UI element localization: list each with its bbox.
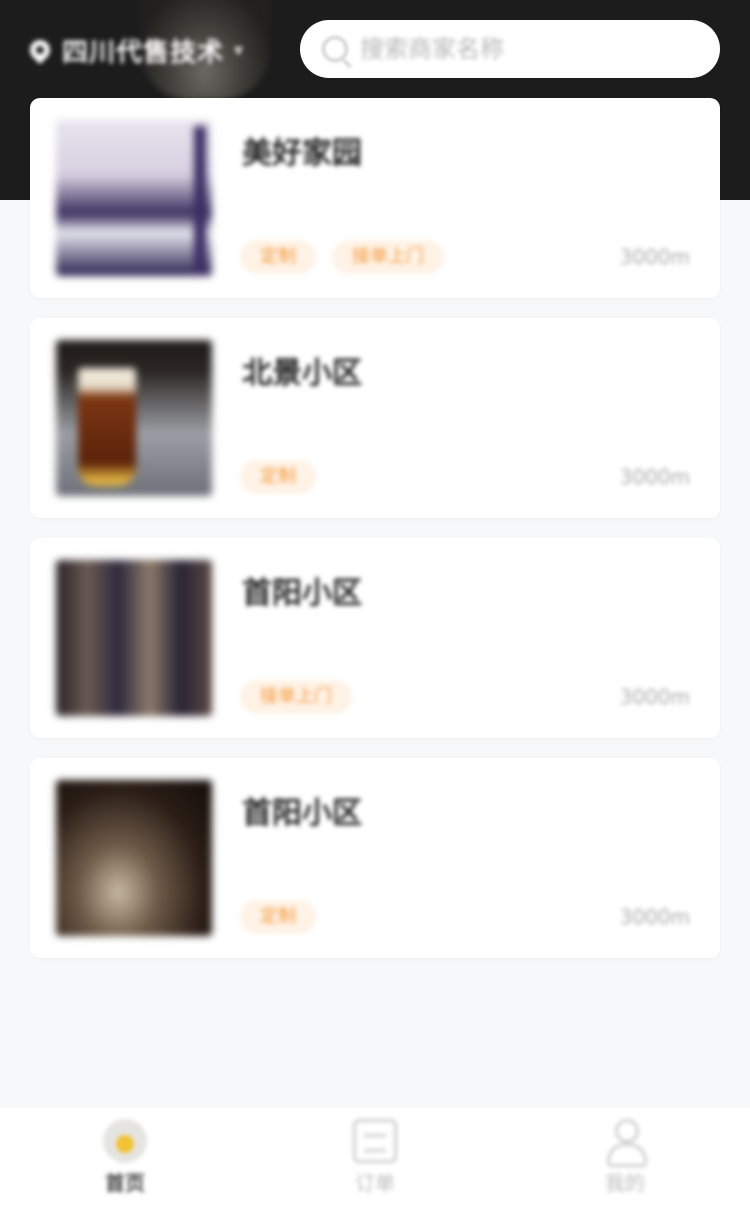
orders-icon: [353, 1118, 397, 1163]
shop-distance: 3000m: [619, 905, 690, 929]
shop-thumbnail: [56, 340, 212, 496]
tab-label: 我的: [605, 1170, 645, 1195]
tab-orders[interactable]: 订单: [300, 1118, 450, 1196]
tab-mine[interactable]: 我的: [550, 1118, 700, 1196]
shop-distance: 3000m: [619, 465, 690, 489]
tab-label: 订单: [355, 1170, 395, 1195]
shop-tags: 定制: [240, 900, 332, 934]
location-label: 四川代售技术: [62, 37, 225, 68]
shop-card[interactable]: 美好家园 定制 接单上门 3000m: [30, 98, 720, 298]
shop-thumbnail: [56, 120, 212, 276]
shop-tags: 接单上门: [240, 680, 368, 714]
search-bar[interactable]: [300, 20, 720, 78]
shop-card[interactable]: 首阳小区 定制 3000m: [30, 758, 720, 958]
user-icon: [603, 1118, 647, 1167]
shop-thumbnail: [56, 560, 212, 716]
shop-card[interactable]: 首阳小区 接单上门 3000m: [30, 538, 720, 738]
shop-list: 美好家园 定制 接单上门 3000m 北景小区 定制 3000m 首阳小区 接单…: [30, 98, 720, 978]
shop-distance: 3000m: [619, 685, 690, 709]
shop-name: 北景小区: [242, 356, 362, 391]
search-input[interactable]: [360, 35, 690, 63]
bottom-tab-bar: 首页 订单 我的: [0, 1108, 750, 1206]
shop-tag: 定制: [240, 900, 316, 934]
shop-name: 首阳小区: [242, 796, 362, 831]
tab-home[interactable]: 首页: [50, 1118, 200, 1196]
location-pin-icon: [25, 35, 55, 65]
shop-tag: 定制: [240, 460, 316, 494]
shop-tags: 定制: [240, 460, 332, 494]
shop-tag: 接单上门: [332, 240, 444, 274]
shop-name: 美好家园: [242, 136, 362, 171]
tab-label: 首页: [105, 1170, 145, 1195]
shop-tag: 接单上门: [240, 680, 352, 714]
shop-tags: 定制 接单上门: [240, 240, 460, 274]
search-icon: [322, 36, 348, 62]
shop-distance: 3000m: [619, 245, 690, 269]
chevron-down-icon: ▾: [234, 39, 244, 61]
shop-card[interactable]: 北景小区 定制 3000m: [30, 318, 720, 518]
home-icon: [103, 1118, 147, 1163]
shop-tag: 定制: [240, 240, 316, 274]
shop-name: 首阳小区: [242, 576, 362, 611]
location-selector[interactable]: 四川代售技术 ▾: [25, 28, 244, 72]
shop-thumbnail: [56, 780, 212, 936]
